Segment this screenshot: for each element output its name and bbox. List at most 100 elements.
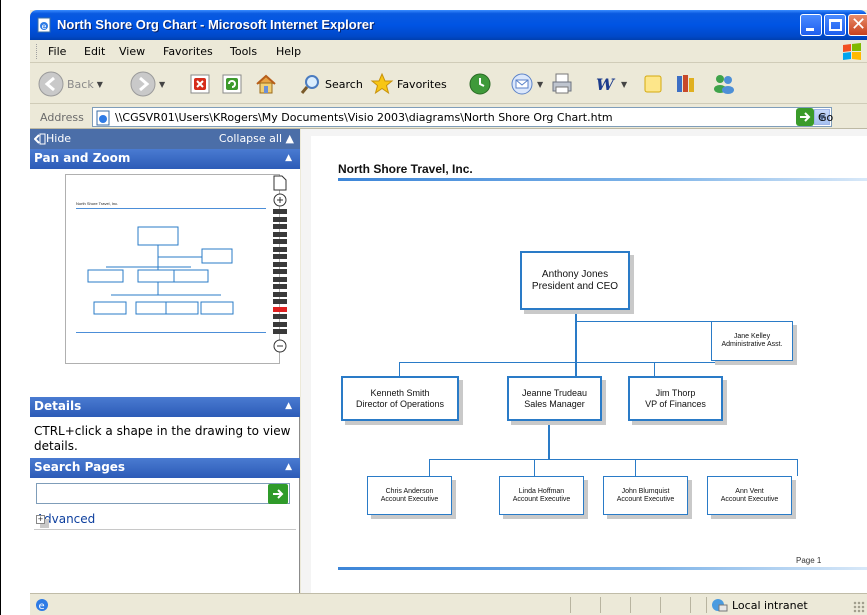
go-button[interactable]: Go bbox=[796, 108, 833, 126]
research-button[interactable] bbox=[674, 68, 698, 100]
search-pages-title: Search Pages bbox=[34, 460, 126, 474]
minimize-button[interactable] bbox=[800, 14, 822, 36]
assistant-name: Jane Kelley bbox=[733, 333, 771, 340]
zoom-level-tick[interactable] bbox=[273, 284, 287, 289]
executive-role: Account Executive bbox=[380, 495, 439, 503]
ie-page-icon bbox=[96, 110, 110, 126]
org-box-manager[interactable]: Kenneth Smith Director of Operations bbox=[341, 376, 459, 421]
favorites-button[interactable]: Favorites bbox=[370, 68, 447, 100]
edit-dropdown-icon[interactable]: ▼ bbox=[621, 80, 627, 89]
hide-pane-icon bbox=[34, 133, 46, 144]
search-icon bbox=[300, 75, 319, 94]
home-button[interactable] bbox=[254, 68, 278, 100]
close-button[interactable]: ✕ bbox=[848, 14, 867, 36]
menu-help[interactable]: Help bbox=[276, 45, 301, 58]
fit-page-icon[interactable] bbox=[273, 175, 287, 191]
search-go-button[interactable] bbox=[268, 484, 288, 504]
mail-button[interactable]: ▼ bbox=[510, 68, 543, 100]
details-header[interactable]: Details ▲ bbox=[30, 397, 300, 417]
org-box-manager[interactable]: Jim Thorp VP of Finances bbox=[628, 376, 723, 421]
security-zone[interactable]: Local intranet bbox=[710, 597, 808, 613]
org-page-title: North Shore Travel, Inc. bbox=[338, 162, 473, 176]
status-separator bbox=[706, 597, 707, 613]
zoom-level-tick[interactable] bbox=[273, 269, 287, 274]
zoom-level-tick[interactable] bbox=[273, 231, 287, 237]
word-edit-button[interactable]: W ▼ bbox=[594, 68, 627, 100]
messenger-button[interactable] bbox=[712, 68, 736, 100]
pan-zoom-area: North Shore Travel, Inc. bbox=[30, 169, 300, 397]
search-pages-input[interactable] bbox=[36, 483, 290, 504]
zoom-level-tick[interactable] bbox=[273, 216, 287, 222]
messenger-icon bbox=[714, 75, 734, 94]
note-icon bbox=[644, 75, 662, 93]
page-number: Page 1 bbox=[796, 556, 822, 565]
manager-role: Director of Operations bbox=[355, 398, 445, 409]
org-box-president[interactable]: Anthony Jones President and CEO bbox=[520, 251, 630, 310]
menu-file[interactable]: File bbox=[48, 45, 66, 58]
zoom-level-tick[interactable] bbox=[273, 224, 287, 229]
thumbnail-org-chart: North Shore Travel, Inc. bbox=[76, 201, 266, 333]
zoom-out-icon[interactable] bbox=[273, 339, 287, 353]
maximize-icon bbox=[829, 19, 842, 31]
org-box-assistant[interactable]: Jane Kelley Administrative Asst. bbox=[711, 321, 793, 361]
pan-zoom-header[interactable]: Pan and Zoom ▲ bbox=[30, 149, 300, 169]
back-dropdown-icon[interactable]: ▼ bbox=[97, 80, 103, 89]
hide-button[interactable]: Hide bbox=[34, 132, 71, 145]
ie-status-icon: e bbox=[36, 599, 48, 612]
zoom-level-tick[interactable] bbox=[273, 239, 287, 244]
search-pages-header[interactable]: Search Pages ▲ bbox=[30, 458, 300, 478]
zoom-level-tick[interactable] bbox=[273, 209, 287, 214]
org-box-executive[interactable]: John Blumquist Account Executive bbox=[603, 476, 688, 515]
zoom-level-tick[interactable] bbox=[273, 276, 287, 282]
zoom-level-tick[interactable] bbox=[273, 254, 287, 259]
zoom-in-icon[interactable] bbox=[273, 193, 287, 207]
print-button[interactable] bbox=[550, 68, 574, 100]
status-separator bbox=[630, 597, 631, 613]
refresh-button[interactable] bbox=[222, 68, 244, 100]
address-input[interactable]: \\CGSVR01\Users\KRogers\My Documents\Vis… bbox=[92, 107, 832, 127]
go-label: Go bbox=[818, 110, 834, 124]
stop-button[interactable] bbox=[190, 68, 212, 100]
zoom-level-tick[interactable] bbox=[273, 314, 287, 319]
menu-view[interactable]: View bbox=[119, 45, 145, 58]
page-thumbnail[interactable]: North Shore Travel, Inc. bbox=[65, 174, 280, 364]
org-box-executive[interactable]: Linda Hoffman Account Executive bbox=[499, 476, 584, 515]
manager-role: Sales Manager bbox=[524, 398, 585, 409]
executive-name: Ann Vent bbox=[735, 487, 764, 495]
zoom-level-tick[interactable] bbox=[273, 261, 287, 267]
menu-favorites[interactable]: Favorites bbox=[163, 45, 213, 58]
forward-dropdown-icon[interactable]: ▼ bbox=[159, 80, 165, 89]
forward-button[interactable]: ▼ bbox=[130, 68, 165, 100]
zoom-level-tick[interactable] bbox=[273, 299, 287, 304]
svg-text:e: e bbox=[39, 601, 45, 612]
discuss-button[interactable] bbox=[642, 68, 664, 100]
menu-bar: File Edit View Favorites Tools Help bbox=[30, 40, 867, 63]
org-box-manager[interactable]: Jeanne Trudeau Sales Manager bbox=[507, 376, 602, 421]
connector bbox=[534, 459, 535, 476]
zoom-level-tick[interactable] bbox=[273, 329, 287, 334]
menu-edit[interactable]: Edit bbox=[84, 45, 105, 58]
back-button[interactable]: Back ▼ bbox=[38, 68, 103, 100]
search-button[interactable]: Search bbox=[300, 68, 363, 100]
menu-tools[interactable]: Tools bbox=[230, 45, 257, 58]
zoom-level-tick[interactable] bbox=[273, 246, 287, 252]
history-button[interactable] bbox=[468, 68, 492, 100]
search-go-arrow-icon bbox=[273, 489, 284, 499]
thumbnail-title: North Shore Travel, Inc. bbox=[76, 201, 118, 206]
window-title: North Shore Org Chart - Microsoft Intern… bbox=[57, 17, 375, 32]
collapse-all-button[interactable]: Collapse all ▲ bbox=[219, 132, 294, 145]
maximize-button[interactable] bbox=[824, 14, 846, 36]
zoom-level-tick[interactable] bbox=[273, 291, 287, 297]
drawing-area[interactable]: North Shore Travel, Inc. Anthony Jones P… bbox=[301, 129, 867, 593]
zoom-level-tick[interactable] bbox=[273, 321, 287, 327]
intranet-zone-icon bbox=[712, 599, 728, 612]
zoom-level-tick[interactable] bbox=[273, 306, 287, 312]
org-box-executive[interactable]: Chris Anderson Account Executive bbox=[367, 476, 452, 515]
connector bbox=[429, 459, 430, 476]
resize-grip[interactable] bbox=[853, 601, 865, 613]
org-box-executive[interactable]: Ann Vent Account Executive bbox=[707, 476, 792, 515]
mail-dropdown-icon[interactable]: ▼ bbox=[537, 80, 543, 89]
collapse-label: Collapse all bbox=[218, 132, 283, 145]
title-bar[interactable]: e North Shore Org Chart - Microsoft Inte… bbox=[30, 10, 867, 40]
advanced-toggle[interactable]: + Advanced bbox=[36, 512, 95, 526]
